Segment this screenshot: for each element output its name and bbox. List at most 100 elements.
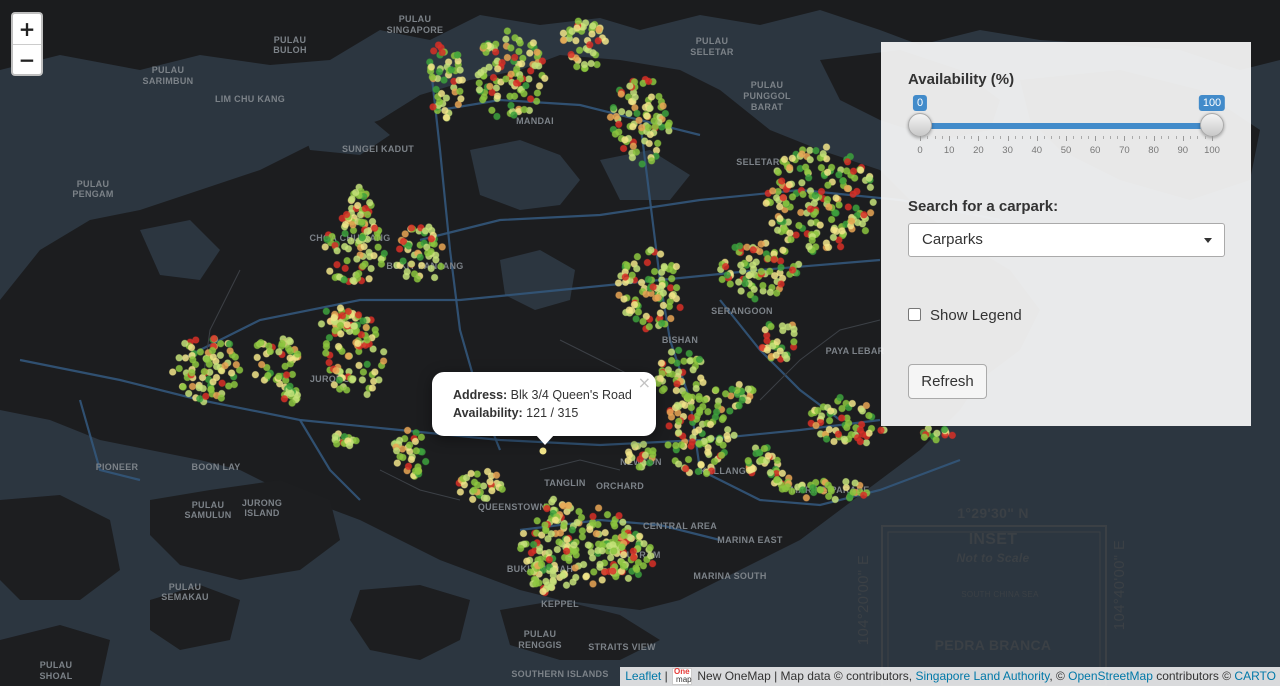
carpark-marker[interactable] [661, 109, 670, 118]
show-legend-row[interactable]: Show Legend [908, 307, 1022, 325]
carpark-marker[interactable] [738, 267, 747, 276]
carpark-marker[interactable] [221, 361, 229, 370]
carpark-marker[interactable] [685, 349, 694, 358]
carpark-marker[interactable] [358, 376, 367, 384]
carpark-marker[interactable] [442, 113, 451, 122]
carpark-marker[interactable] [665, 119, 674, 127]
carpark-marker[interactable] [614, 279, 623, 287]
carpark-marker[interactable] [367, 264, 375, 273]
carpark-marker[interactable] [601, 528, 610, 537]
carpark-marker[interactable] [861, 226, 870, 235]
carpark-marker[interactable] [592, 529, 601, 538]
carpark-marker[interactable] [819, 149, 828, 158]
carpark-marker[interactable] [762, 199, 771, 207]
carpark-marker[interactable] [403, 426, 412, 435]
carpark-marker[interactable] [822, 143, 831, 151]
carpark-marker[interactable] [812, 146, 820, 155]
carpark-marker[interactable] [343, 256, 351, 265]
carpark-marker[interactable] [533, 89, 542, 97]
carpark-marker[interactable] [594, 37, 603, 45]
carpark-marker[interactable] [586, 525, 594, 534]
carpark-marker[interactable] [570, 547, 579, 556]
carpark-marker[interactable] [824, 492, 833, 501]
carpark-marker[interactable] [647, 246, 655, 254]
carpark-marker[interactable] [860, 211, 868, 219]
carpark-marker[interactable] [589, 512, 597, 521]
carpark-marker[interactable] [862, 401, 871, 410]
carpark-marker[interactable] [365, 198, 374, 207]
carpark-marker[interactable] [751, 295, 759, 303]
carpark-marker[interactable] [512, 79, 521, 87]
carpark-marker[interactable] [363, 390, 371, 399]
carpark-marker[interactable] [675, 417, 683, 426]
carpark-marker[interactable] [584, 541, 593, 549]
carpark-marker[interactable] [209, 353, 218, 361]
carpark-marker[interactable] [797, 208, 805, 217]
carpark-marker[interactable] [534, 62, 543, 70]
carpark-marker[interactable] [373, 233, 382, 242]
carpark-marker[interactable] [371, 368, 379, 376]
carpark-marker[interactable] [526, 568, 535, 576]
carpark-marker[interactable] [681, 464, 690, 473]
carpark-marker[interactable] [587, 59, 595, 68]
carpark-marker[interactable] [807, 219, 815, 227]
carpark-marker[interactable] [920, 433, 929, 442]
carpark-marker[interactable] [778, 469, 787, 478]
carpark-marker[interactable] [702, 469, 711, 478]
carpark-marker[interactable] [432, 85, 441, 94]
carpark-marker[interactable] [637, 278, 646, 287]
carpark-marker[interactable] [288, 399, 296, 407]
slider-to-handle[interactable] [1200, 113, 1224, 137]
carpark-marker[interactable] [395, 436, 404, 445]
carpark-marker[interactable] [632, 564, 640, 572]
carpark-marker[interactable] [808, 236, 817, 245]
carpark-marker[interactable] [843, 158, 852, 166]
availability-slider[interactable]: 0 100 0 10 20 30 40 50 60 70 80 90 100 [908, 95, 1226, 156]
carpark-marker[interactable] [695, 408, 704, 417]
carpark-marker[interactable] [630, 300, 639, 309]
carpark-marker[interactable] [560, 521, 568, 530]
carpark-marker[interactable] [362, 323, 371, 332]
carpark-marker[interactable] [635, 463, 644, 471]
carpark-marker[interactable] [866, 209, 875, 217]
carpark-marker[interactable] [817, 412, 826, 420]
carpark-marker[interactable] [631, 93, 640, 101]
carpark-marker[interactable] [643, 258, 652, 267]
carpark-marker[interactable] [410, 270, 419, 278]
carpark-marker[interactable] [573, 62, 581, 71]
carpark-marker[interactable] [779, 246, 787, 254]
zoom-in-button[interactable]: + [13, 14, 41, 45]
carpark-marker[interactable] [790, 338, 798, 346]
carpark-marker[interactable] [579, 560, 588, 569]
carpark-marker[interactable] [485, 63, 493, 71]
carpark-marker[interactable] [257, 360, 266, 369]
carpark-marker[interactable] [648, 559, 657, 568]
carpark-marker[interactable] [817, 163, 826, 172]
carpark-marker[interactable] [355, 361, 363, 370]
carpark-marker[interactable] [812, 421, 820, 430]
show-legend-checkbox[interactable] [908, 308, 921, 321]
carpark-marker[interactable] [838, 227, 846, 235]
carpark-marker[interactable] [196, 348, 205, 356]
carpark-marker[interactable] [353, 255, 361, 263]
carpark-marker[interactable] [568, 27, 576, 36]
carpark-marker[interactable] [455, 76, 463, 85]
carpark-marker[interactable] [822, 435, 831, 443]
carpark-marker[interactable] [633, 264, 641, 273]
carpark-marker[interactable] [750, 285, 759, 294]
carpark-marker[interactable] [838, 404, 846, 413]
carpark-marker[interactable] [202, 355, 211, 364]
carpark-marker[interactable] [330, 313, 338, 322]
carpark-marker[interactable] [672, 283, 681, 292]
carpark-marker[interactable] [717, 451, 726, 460]
carpark-marker[interactable] [768, 187, 777, 195]
carpark-marker[interactable] [456, 87, 464, 96]
carpark-marker[interactable] [342, 386, 351, 394]
carpark-marker[interactable] [746, 270, 755, 279]
carpark-marker[interactable] [835, 201, 843, 209]
carpark-marker[interactable] [728, 385, 736, 394]
carpark-marker[interactable] [435, 98, 444, 106]
carpark-marker[interactable] [637, 123, 646, 132]
carpark-marker[interactable] [837, 414, 846, 422]
carpark-marker[interactable] [620, 531, 628, 540]
